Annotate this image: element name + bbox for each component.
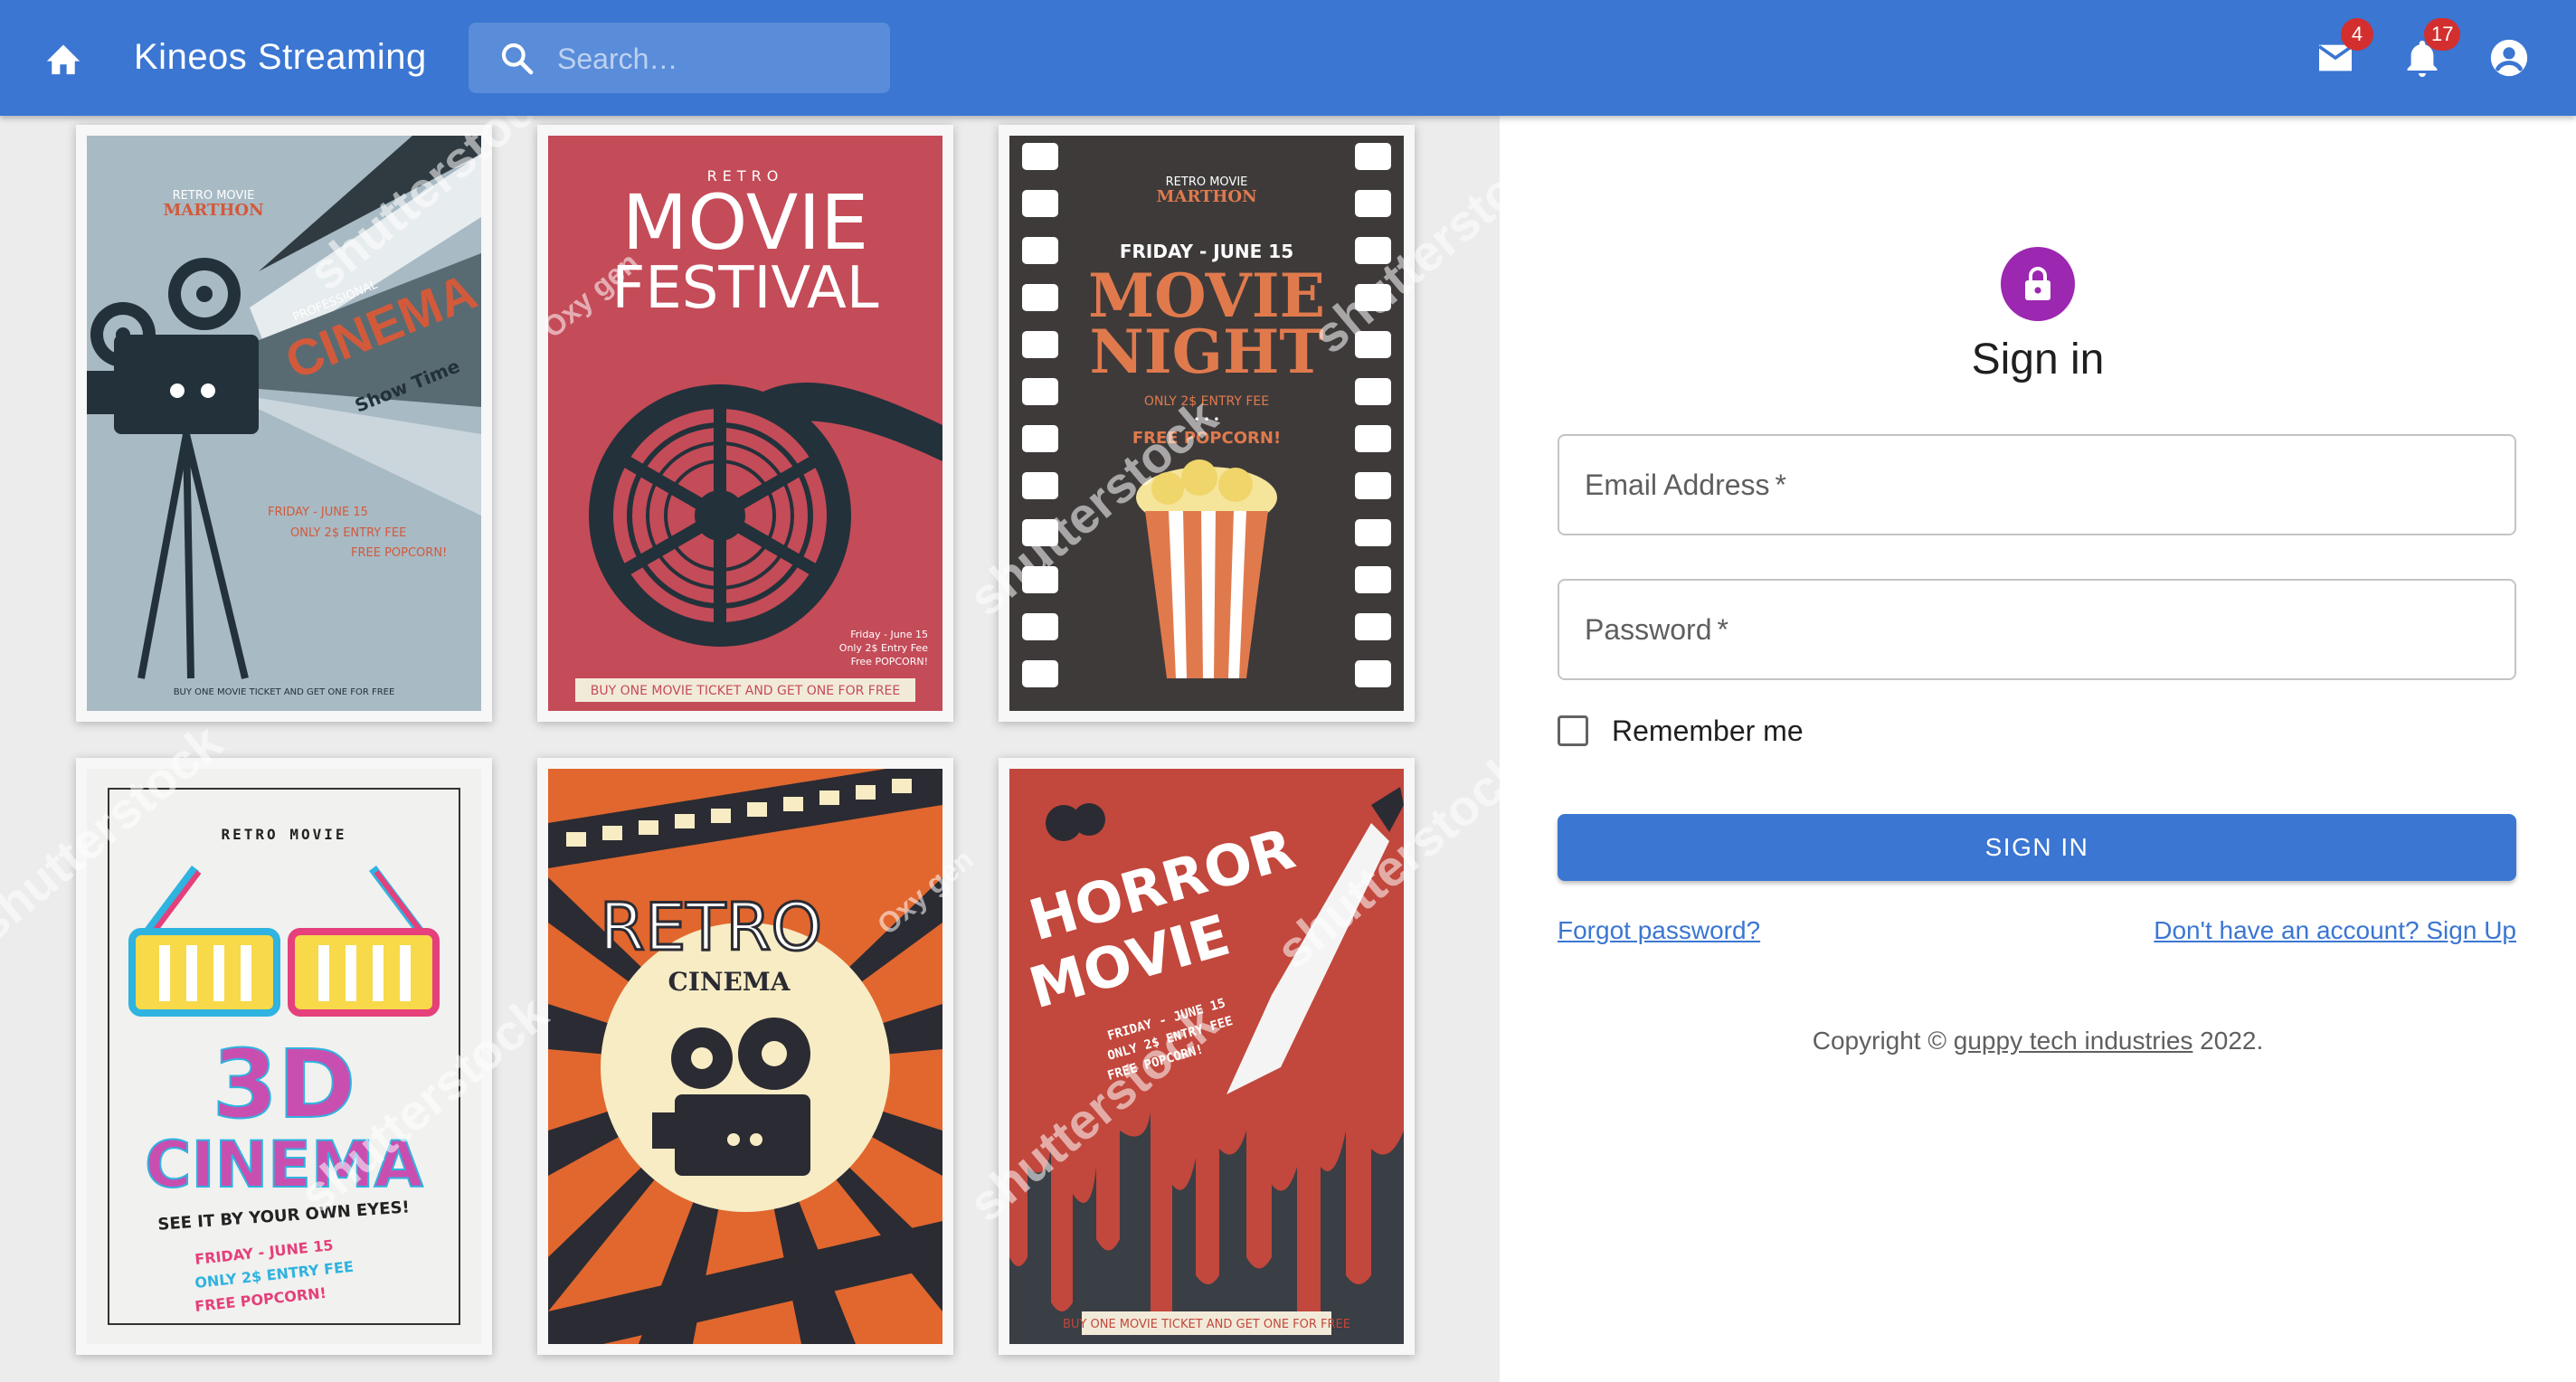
notifications-button[interactable]: 17 (2393, 18, 2461, 87)
poster-cinema-footer: BUY ONE MOVIE TICKET AND GET ONE FOR FRE… (174, 687, 395, 697)
poster-cinema-art: RETRO MOVIE MARTHON PROFESSIONAL CINEMA … (87, 136, 481, 711)
poster-horror[interactable]: HORROR MOVIE FRIDAY - JUNE 15 ONLY 2$ EN… (999, 758, 1415, 1355)
poster-festival-subtitle: FESTIVAL (612, 255, 879, 322)
poster-horror-footer: BUY ONE MOVIE TICKET AND GET ONE FOR FRE… (1063, 1318, 1350, 1331)
notifications-badge: 17 (2424, 18, 2461, 51)
email-input[interactable] (1559, 436, 2514, 534)
poster-cinema-subtitle: MARTHON (163, 201, 263, 220)
signup-link[interactable]: Don't have an account? Sign Up (2154, 916, 2516, 945)
mail-button[interactable]: 4 (2306, 18, 2373, 87)
poster-horror-art: HORROR MOVIE FRIDAY - JUNE 15 ONLY 2$ EN… (1009, 769, 1404, 1344)
poster-festival-fee: Only 2$ Entry Fee (839, 642, 928, 654)
poster-festival[interactable]: RETRO MOVIE FESTIVAL Friday - June 15 On… (537, 125, 953, 722)
password-input[interactable] (1559, 581, 2514, 678)
poster-festival-art: RETRO MOVIE FESTIVAL Friday - June 15 On… (548, 136, 942, 711)
home-button[interactable] (34, 29, 92, 87)
poster-gallery: RETRO MOVIE MARTHON PROFESSIONAL CINEMA … (0, 116, 1500, 1382)
poster-retro-cinema[interactable]: RETRO CINEMA (537, 758, 953, 1355)
poster-movie-night-art: RETRO MOVIE MARTHON FRIDAY - JUNE 15 MOV… (1009, 136, 1404, 711)
poster-festival-date: Friday - June 15 (850, 629, 928, 640)
poster-night-fee: ONLY 2$ ENTRY FEE (1144, 394, 1269, 409)
poster-night-subtitle: MARTHON (1156, 187, 1256, 206)
password-field[interactable]: Password * (1558, 579, 2516, 680)
remember-me[interactable]: Remember me (1558, 713, 1804, 749)
search-icon (501, 43, 534, 75)
account-circle-icon (2490, 39, 2528, 77)
mail-badge: 4 (2341, 18, 2373, 51)
poster-night-date: FRIDAY - JUNE 15 (1120, 241, 1293, 262)
app-title: Kineos Streaming (134, 37, 427, 77)
poster-night-title2: NIGHT (1089, 317, 1323, 387)
poster-night-dots: • • • (1194, 413, 1220, 426)
poster-movie-night[interactable]: RETRO MOVIE MARTHON FRIDAY - JUNE 15 MOV… (999, 125, 1415, 722)
poster-retro-subtitle: CINEMA (668, 967, 791, 997)
email-field[interactable]: Email Address * (1558, 434, 2516, 535)
app-bar: Kineos Streaming 4 17 (0, 0, 2576, 116)
poster-festival-popcorn: Free POPCORN! (851, 656, 928, 667)
poster-night-popcorn: FREE POPCORN! (1132, 429, 1281, 448)
lock-avatar (2001, 247, 2075, 321)
forgot-password-link[interactable]: Forgot password? (1558, 916, 1760, 945)
account-button[interactable] (2480, 29, 2538, 87)
remember-label: Remember me (1612, 714, 1804, 747)
poster-festival-title: MOVIE (622, 178, 868, 267)
poster-3d-cinema[interactable]: RETRO MOVIE 3D CINEMA SEE IT BY YOUR OWN… (76, 758, 492, 1355)
poster-3d-cinema-art: RETRO MOVIE 3D CINEMA SEE IT BY YOUR OWN… (87, 769, 481, 1344)
poster-retro-title: RETRO (600, 889, 822, 965)
copyright-link[interactable]: guppy tech industries (1954, 1027, 2193, 1055)
lock-icon (2025, 267, 2050, 300)
poster-cinema-popcorn: FREE POPCORN! (351, 546, 447, 560)
poster-cinema-fee: ONLY 2$ ENTRY FEE (290, 526, 406, 540)
signin-panel: Sign in Email Address * Password * Remembe… (1500, 116, 2576, 1382)
remember-checkbox[interactable] (1558, 715, 1588, 746)
poster-cinema[interactable]: RETRO MOVIE MARTHON PROFESSIONAL CINEMA … (76, 125, 492, 722)
poster-retro-cinema-art: RETRO CINEMA (548, 769, 942, 1344)
poster-cinema-date: FRIDAY - JUNE 15 (268, 506, 368, 519)
poster-3d-subtitle: CINEMA (145, 1128, 423, 1202)
poster-3d-kicker: RETRO MOVIE (222, 826, 347, 843)
poster-festival-footer: BUY ONE MOVIE TICKET AND GET ONE FOR FRE… (591, 684, 900, 698)
search-input[interactable] (555, 23, 876, 95)
signin-button[interactable]: SIGN IN (1558, 814, 2516, 881)
poster-3d-title: 3D (213, 1029, 356, 1140)
home-icon (46, 44, 80, 75)
search-box[interactable] (469, 23, 890, 95)
signin-title: Sign in (1971, 336, 2105, 383)
copyright: Copyright © guppy tech industries 2022. (1812, 1027, 2264, 1055)
